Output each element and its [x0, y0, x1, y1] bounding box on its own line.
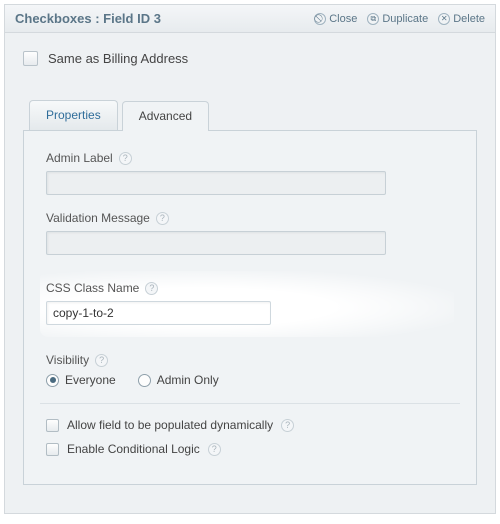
validation-message-label: Validation Message ? [46, 211, 454, 225]
admin-label-text: Admin Label [46, 151, 113, 165]
field-preview: Same as Billing Address [5, 33, 495, 72]
allow-populate-row: Allow field to be populated dynamically … [46, 418, 454, 432]
help-icon[interactable]: ? [145, 282, 158, 295]
css-class-input[interactable] [46, 301, 271, 325]
visibility-everyone[interactable]: Everyone [46, 373, 116, 387]
visibility-everyone-label: Everyone [65, 373, 116, 387]
visibility-options: Everyone Admin Only [46, 373, 454, 387]
tabs: Properties Advanced [29, 100, 495, 130]
visibility-row: Visibility ? Everyone Admin Only [46, 353, 454, 387]
separator [40, 403, 460, 404]
conditional-logic-label: Enable Conditional Logic [67, 442, 200, 456]
help-icon[interactable]: ? [119, 152, 132, 165]
field-editor-panel: Checkboxes : Field ID 3 ⃠ Close ⧉ Duplic… [4, 4, 496, 514]
conditional-logic-checkbox[interactable] [46, 443, 59, 456]
preview-checkbox[interactable] [23, 51, 38, 66]
delete-icon: ✕ [438, 13, 450, 25]
validation-message-text: Validation Message [46, 211, 150, 225]
allow-populate-checkbox[interactable] [46, 419, 59, 432]
header-actions: ⃠ Close ⧉ Duplicate ✕ Delete [314, 13, 485, 25]
admin-label-input[interactable] [46, 171, 386, 195]
duplicate-label: Duplicate [382, 13, 428, 25]
admin-label-label: Admin Label ? [46, 151, 454, 165]
conditional-logic-row: Enable Conditional Logic ? [46, 442, 454, 456]
visibility-label: Visibility ? [46, 353, 454, 367]
duplicate-button[interactable]: ⧉ Duplicate [367, 13, 428, 25]
close-button[interactable]: ⃠ Close [314, 13, 357, 25]
tab-body-advanced: Admin Label ? Validation Message ? CSS C… [23, 130, 477, 485]
visibility-text: Visibility [46, 353, 89, 367]
tab-properties[interactable]: Properties [29, 100, 118, 130]
admin-label-row: Admin Label ? [46, 151, 454, 195]
visibility-admin-only-label: Admin Only [157, 373, 219, 387]
css-class-label: CSS Class Name ? [46, 281, 444, 295]
help-icon[interactable]: ? [208, 443, 221, 456]
validation-message-input[interactable] [46, 231, 386, 255]
delete-label: Delete [453, 13, 485, 25]
close-label: Close [329, 13, 357, 25]
allow-populate-label: Allow field to be populated dynamically [67, 418, 273, 432]
panel-title: Checkboxes : Field ID 3 [15, 11, 161, 26]
duplicate-icon: ⧉ [367, 13, 379, 25]
delete-button[interactable]: ✕ Delete [438, 13, 485, 25]
visibility-admin-only[interactable]: Admin Only [138, 373, 219, 387]
close-icon: ⃠ [314, 13, 326, 25]
css-class-row: CSS Class Name ? [40, 271, 454, 337]
help-icon[interactable]: ? [156, 212, 169, 225]
help-icon[interactable]: ? [281, 419, 294, 432]
css-class-text: CSS Class Name [46, 281, 139, 295]
help-icon[interactable]: ? [95, 354, 108, 367]
radio-icon [138, 374, 151, 387]
radio-icon [46, 374, 59, 387]
preview-checkbox-label: Same as Billing Address [48, 51, 188, 66]
tab-advanced[interactable]: Advanced [122, 101, 209, 131]
panel-header: Checkboxes : Field ID 3 ⃠ Close ⧉ Duplic… [5, 5, 495, 33]
validation-message-row: Validation Message ? [46, 211, 454, 255]
